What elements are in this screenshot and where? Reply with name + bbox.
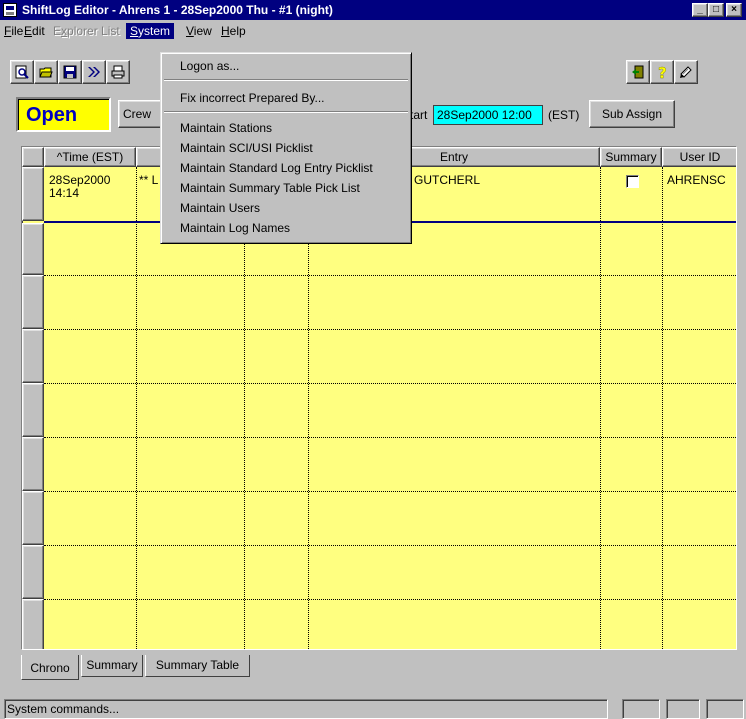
row-selector[interactable] <box>22 223 44 275</box>
tab-chrono-label: Chrono <box>30 661 70 675</box>
sub-assign-button[interactable]: Sub Assign <box>589 100 675 128</box>
title-bar[interactable]: ShiftLog Editor - Ahrens 1 - 28Sep2000 T… <box>0 0 746 20</box>
column-divider <box>600 167 601 649</box>
menu-item-maintain-sci-usi[interactable]: Maintain SCI/USI Picklist <box>180 138 313 158</box>
grid-corner[interactable] <box>22 147 44 167</box>
row-divider <box>44 275 736 276</box>
log-state-text: Open <box>26 104 78 126</box>
maximize-button[interactable]: □ <box>708 3 724 17</box>
tab-summary-table-label: Summary Table <box>155 658 240 672</box>
menu-item-maintain-users[interactable]: Maintain Users <box>180 198 260 218</box>
menu-help-label: elp <box>229 24 246 38</box>
exit-door-icon <box>632 65 644 79</box>
row-selector[interactable] <box>22 545 44 599</box>
menu-view-accel: V <box>186 24 194 38</box>
row-divider <box>44 329 736 330</box>
save-button[interactable] <box>58 60 82 84</box>
close-button[interactable]: × <box>726 3 742 17</box>
menu-explorer-pre: E <box>53 24 62 38</box>
help-button[interactable]: ? <box>650 60 674 84</box>
minimize-button[interactable]: _ <box>692 3 708 17</box>
menu-bar: File Edit Explorer List System View Help <box>0 20 746 40</box>
tab-summary-table[interactable]: Summary Table <box>145 655 250 677</box>
menu-view[interactable]: View <box>182 23 216 39</box>
log-state-indicator: Open <box>16 97 111 132</box>
menu-item-logon-as[interactable]: Logon as... <box>180 56 239 76</box>
start-datetime-field[interactable]: 28Sep2000 12:00 <box>433 105 543 125</box>
row-selector[interactable] <box>22 275 44 329</box>
menu-view-label: iew <box>193 24 212 38</box>
print-icon <box>111 65 125 79</box>
menu-edit-accel: E <box>24 24 33 38</box>
open-button[interactable] <box>34 60 58 84</box>
cell-col2[interactable]: ** L <box>139 173 158 187</box>
tab-summary-label: Summary <box>86 658 138 672</box>
menu-separator <box>164 111 408 113</box>
window-title: ShiftLog Editor - Ahrens 1 - 28Sep2000 T… <box>22 3 333 17</box>
help-icon: ? <box>658 65 667 79</box>
find-button[interactable] <box>10 60 34 84</box>
row-divider <box>44 491 736 492</box>
notepad-button[interactable] <box>674 60 698 84</box>
fast-forward-button[interactable] <box>82 60 106 84</box>
cell-user-id[interactable]: AHRENSC <box>667 173 726 187</box>
save-icon <box>63 65 77 79</box>
crew-label: Crew <box>123 107 152 121</box>
row-selector[interactable] <box>22 167 44 221</box>
tab-chrono[interactable]: Chrono <box>21 655 79 680</box>
row-selector[interactable] <box>22 437 44 491</box>
open-folder-icon <box>39 67 53 78</box>
status-panel <box>622 699 660 719</box>
row-selector[interactable] <box>22 329 44 383</box>
status-panel <box>706 699 744 719</box>
menu-item-maintain-standard-log[interactable]: Maintain Standard Log Entry Picklist <box>180 158 373 178</box>
menu-item-maintain-log-names[interactable]: Maintain Log Names <box>180 218 290 238</box>
menu-item-maintain-stations[interactable]: Maintain Stations <box>180 118 272 138</box>
svg-text:?: ? <box>658 65 667 79</box>
menu-explorer-label: plorer List <box>67 24 120 38</box>
summary-checkbox[interactable] <box>626 175 639 188</box>
menu-system-label: ystem <box>138 24 171 38</box>
menu-item-maintain-summary-table[interactable]: Maintain Summary Table Pick List <box>180 178 360 198</box>
menu-system[interactable]: System <box>126 23 175 39</box>
menu-edit[interactable]: Edit <box>20 23 49 39</box>
cell-time-date[interactable]: 28Sep2000 <box>49 173 110 187</box>
menu-explorer-list[interactable]: Explorer List <box>49 23 124 39</box>
notepad-icon <box>680 66 692 78</box>
menu-system-accel: S <box>130 24 139 38</box>
row-selector[interactable] <box>22 491 44 545</box>
menu-edit-label: dit <box>32 24 45 38</box>
row-selector[interactable] <box>22 383 44 437</box>
app-icon[interactable] <box>3 3 17 17</box>
menu-help-accel: H <box>221 24 230 38</box>
cell-entry[interactable]: GUTCHERL <box>414 173 480 187</box>
crew-button[interactable]: Crew <box>118 100 164 128</box>
row-selector[interactable] <box>22 599 44 649</box>
column-divider <box>662 167 663 649</box>
column-divider <box>136 167 137 649</box>
start-label: tart <box>410 108 428 122</box>
row-divider <box>44 599 736 600</box>
status-panel <box>666 699 700 719</box>
sub-assign-label: Sub Assign <box>601 107 663 121</box>
tab-summary[interactable]: Summary <box>81 655 143 677</box>
menu-item-fix-prepared-by[interactable]: Fix incorrect Prepared By... <box>180 88 325 108</box>
column-header-time[interactable]: ^Time (EST) <box>44 147 136 167</box>
timezone-label: (EST) <box>548 108 580 122</box>
print-button[interactable] <box>106 60 130 84</box>
menu-separator <box>164 79 408 81</box>
fast-forward-icon <box>88 67 100 77</box>
row-divider <box>44 545 736 546</box>
exit-button[interactable] <box>626 60 650 84</box>
cell-time-clock[interactable]: 14:14 <box>49 186 79 200</box>
find-icon <box>15 65 29 79</box>
column-header-user-id[interactable]: User ID <box>662 147 736 167</box>
row-divider <box>44 383 736 384</box>
status-bar: System commands... <box>0 696 746 719</box>
system-menu-dropdown: Logon as... Fix incorrect Prepared By...… <box>160 52 412 244</box>
row-divider <box>44 437 736 438</box>
status-text: System commands... <box>4 699 608 719</box>
column-header-summary[interactable]: Summary <box>600 147 662 167</box>
menu-help[interactable]: Help <box>217 23 250 39</box>
